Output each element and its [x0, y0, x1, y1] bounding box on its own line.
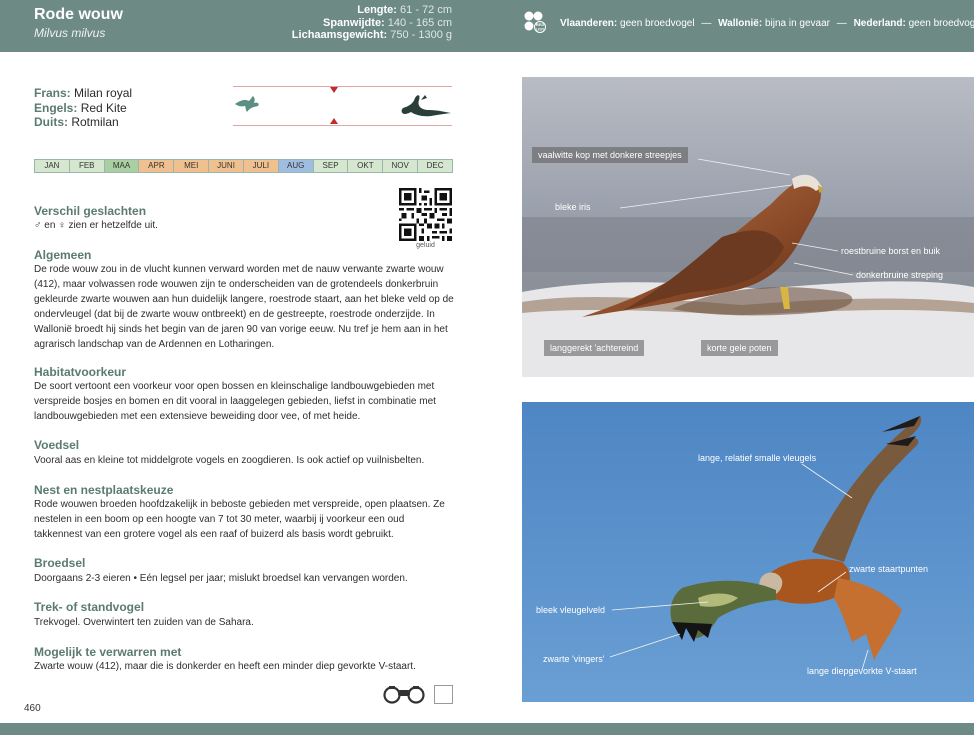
month-oct: OKT	[348, 160, 384, 172]
name-english: Engels: Red Kite	[34, 100, 127, 115]
name-german: Duits: Rotmilan	[34, 115, 119, 129]
measurement-weight: Lichaamsgewicht: 750 - 1300 g	[291, 29, 452, 41]
month-jul: JULI	[243, 160, 279, 172]
page-number: 460	[24, 703, 41, 714]
month-aug: AUG	[278, 160, 314, 172]
qr-code-icon[interactable]	[399, 188, 452, 241]
foreign-names: Frans: Milan royal Engels: Red Kite Duit…	[34, 86, 132, 130]
footer-bar	[0, 723, 974, 735]
small-bird-silhouette-icon	[235, 96, 259, 112]
month-feb: FEB	[69, 160, 105, 172]
section-text-habitat: De soort vertoont een voorkeur voor open…	[34, 381, 436, 422]
section-text-trek: Trekvogel. Overwintert ten zuiden van de…	[34, 617, 254, 628]
size-comparison-scale	[233, 82, 452, 130]
month-mar: MAA	[104, 160, 140, 172]
max-size-marker-icon	[330, 87, 338, 93]
crane-silhouette-icon	[401, 95, 451, 117]
svg-text:LIST: LIST	[536, 27, 545, 32]
min-size-marker-icon	[330, 118, 338, 124]
section-title-habitat: Habitatvoorkeur	[34, 365, 127, 379]
name-french: Frans: Milan royal	[34, 86, 133, 100]
measurements: Lengte: 61 - 72 cm Spanwijdte: 140 - 165…	[292, 4, 452, 42]
month-sep: SEP	[313, 160, 349, 172]
section-text-nest: Rode wouwen broeden hoofdzakelijk in beb…	[34, 499, 445, 540]
measurement-length: Lengte: 61 - 72 cm	[357, 4, 452, 16]
section-text-algemeen: De rode wouw zou in de vlucht kunnen ver…	[34, 264, 454, 350]
section-text-broedsel: Doorgaans 2-3 eieren • Eén legsel per ja…	[34, 573, 408, 584]
month-apr: APR	[139, 160, 175, 172]
section-title-voedsel: Voedsel	[34, 438, 80, 452]
photo-perched-kite: vaalwitte kop met donkere streepjes blek…	[522, 77, 974, 377]
section-text-voedsel: Vooral aas en kleine tot middelgrote vog…	[34, 455, 425, 466]
section-title-nest: Nest en nestplaatskeuze	[34, 483, 174, 497]
scale-markers	[235, 87, 451, 124]
photo-flying-kite: lange, relatief smalle vleugels zwarte s…	[522, 402, 974, 702]
section-title-verwarren: Mogelijk te verwarren met	[34, 645, 182, 659]
species-latin-name: Milvus milvus	[34, 26, 106, 40]
section-text-verschil: ♂ en ♀ zien er hetzelfde uit.	[34, 220, 158, 231]
month-nov: NOV	[383, 160, 419, 172]
seen-checkbox[interactable]	[434, 685, 453, 704]
month-dec: DEC	[418, 160, 452, 172]
species-title: Rode wouw	[34, 6, 123, 23]
page-header: Rode wouw Milvus milvus Lengte: 61 - 72 …	[0, 0, 974, 52]
section-title-broedsel: Broedsel	[34, 556, 86, 570]
binoculars-icon[interactable]	[382, 684, 426, 704]
section-title-algemeen: Algemeen	[34, 248, 92, 262]
month-jun: JUNI	[209, 160, 244, 172]
redlist-status: Vlaanderen: geen broedvogel — Wallonië: …	[560, 18, 974, 29]
month-calendar: JAN FEB MAA APR MEI JUNI JULI AUG SEP OK…	[34, 159, 453, 173]
month-may: MEI	[174, 160, 210, 172]
photo1-pointer-lines	[619, 158, 854, 276]
qr-caption: geluid	[416, 242, 435, 249]
section-text-verwarren: Zwarte wouw (412), maar die is donkerder…	[34, 661, 416, 672]
photo2-pointer-lines	[609, 463, 869, 671]
month-jan: JAN	[35, 160, 70, 172]
measurement-wingspan: Spanwijdte: 140 - 165 cm	[323, 16, 452, 29]
red-list-logo-icon: RED LIST	[524, 11, 546, 33]
section-title-verschil: Verschil geslachten	[34, 204, 147, 218]
section-title-trek: Trek- of standvogel	[34, 600, 145, 614]
